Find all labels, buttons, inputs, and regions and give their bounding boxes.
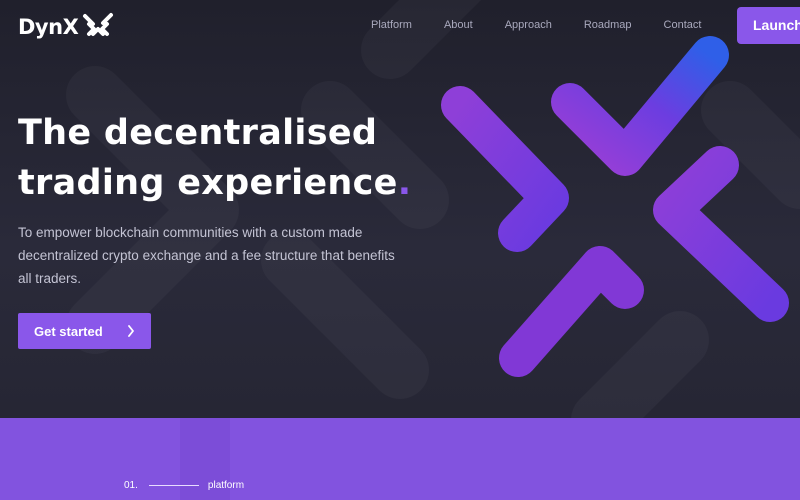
band-decoration <box>180 418 230 500</box>
logo-mark-icon <box>83 13 114 36</box>
chevron-right-icon <box>128 325 134 337</box>
get-started-label: Get started <box>34 323 103 339</box>
section-step-indicator: 01. platform <box>124 480 244 491</box>
headline-accent-dot: . <box>397 163 412 203</box>
nav-item-platform[interactable]: Platform <box>371 19 412 31</box>
platform-section-band <box>0 418 800 500</box>
get-started-button[interactable]: Get started <box>18 313 151 349</box>
section-label[interactable]: platform <box>208 480 244 491</box>
logo-text: DynX <box>18 15 79 39</box>
hero-headline: The decentralised trading experience. <box>18 108 411 208</box>
headline-line-2: trading experience. <box>18 158 411 208</box>
headline-line-1: The decentralised <box>18 113 378 153</box>
headline-line-2-text: trading experience <box>18 163 398 203</box>
hero-section: DynX Platform About Approach Roadmap Con… <box>0 0 800 418</box>
section-number: 01. <box>124 480 138 491</box>
section-divider-line <box>148 485 199 486</box>
hero-subtitle: To empower blockchain communities with a… <box>18 225 395 286</box>
dynx-x-graphic <box>441 36 789 377</box>
logo[interactable]: DynX <box>18 12 115 42</box>
